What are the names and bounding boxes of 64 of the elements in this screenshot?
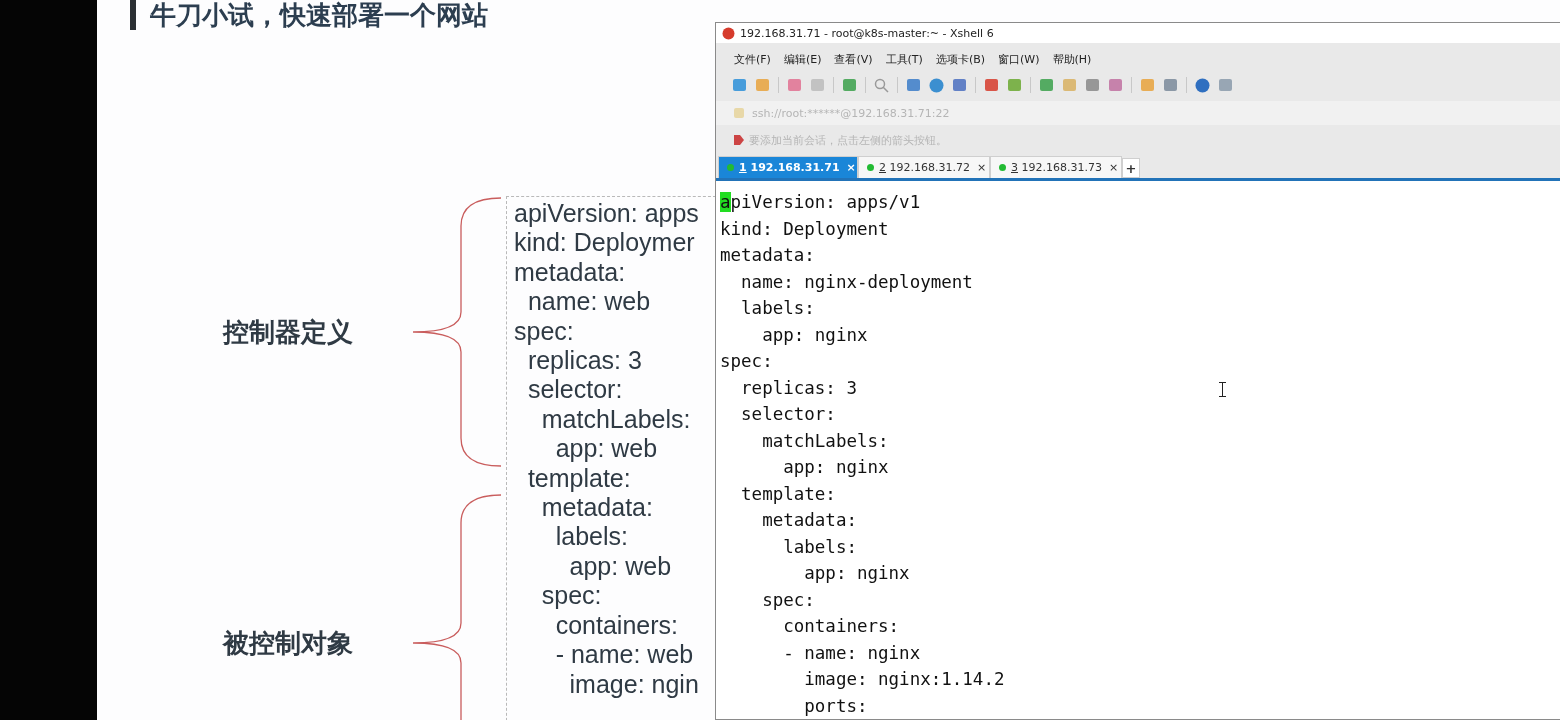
code-line: app: web — [554, 434, 659, 464]
code-line: containers: — [554, 610, 679, 641]
terminal-line: spec: — [761, 588, 815, 612]
status-dot-icon — [727, 164, 734, 171]
slide-title: 牛刀小试，快速部署一个网站 — [150, 0, 488, 30]
terminal-line: metadata: — [761, 509, 857, 532]
code-line: metadata: — [514, 257, 627, 288]
session-tab[interactable]: 3 192.168.31.73 × — [990, 156, 1122, 178]
terminal-line: containers: — [782, 615, 900, 638]
terminal-line: template: — [740, 482, 836, 506]
group-label: 被控制对象 — [223, 626, 354, 660]
terminal-line: app: nginx — [782, 456, 889, 479]
menu-item[interactable]: 查看(V) — [834, 51, 873, 67]
code-line: - name: web — [554, 640, 695, 670]
terminal-line: metadata: — [720, 244, 815, 267]
terminal-line: apiVersion: apps/v1 — [720, 191, 921, 214]
search-icon[interactable] — [874, 77, 889, 93]
session-tab[interactable]: 1 192.168.31.71 × — [718, 156, 858, 178]
terminal-line: name: nginx-deployment — [740, 270, 973, 294]
code-line: apiVersion: apps — [514, 199, 700, 229]
code-line: template: — [526, 463, 632, 494]
code-line: selector: — [526, 375, 624, 405]
group-label: 控制器定义 — [223, 315, 354, 349]
terminal-line: labels: — [740, 297, 815, 320]
terminal-line: spec: — [720, 350, 773, 373]
code-line: kind: Deploymer — [514, 228, 696, 258]
text-cursor-icon — [1219, 382, 1226, 397]
terminal-line: app: nginx — [761, 323, 868, 347]
code-line: labels: — [554, 522, 629, 552]
address-text: ssh://root:******@192.168.31.71:22 — [752, 106, 950, 120]
bookmark-arrow-icon[interactable] — [733, 134, 745, 146]
code-line: image: ngin — [568, 669, 700, 699]
terminal-line: matchLabels: — [761, 429, 889, 453]
terminal-line: selector: — [740, 403, 836, 426]
terminal-line: ports: — [803, 694, 868, 718]
code-line: app: web — [568, 551, 673, 582]
new-tab-button[interactable]: + — [1122, 158, 1140, 178]
menu-item[interactable]: 选项卡(B) — [935, 51, 986, 67]
terminal-line: kind: Deployment — [720, 217, 889, 241]
close-icon[interactable]: × — [1107, 161, 1121, 174]
close-icon[interactable]: × — [844, 161, 858, 174]
code-line: spec: — [514, 316, 575, 347]
terminal-line: replicas: 3 — [740, 376, 857, 400]
terminal-line: labels: — [782, 535, 857, 559]
window-title: 192.168.31.71 - root@k8s-master:~ - Xshell 6 — [740, 26, 994, 40]
menu-item[interactable]: 窗口(W) — [998, 51, 1040, 67]
code-line: name: web — [526, 287, 652, 317]
terminal-line: app: nginx — [803, 562, 910, 585]
code-line: replicas: 3 — [526, 346, 643, 376]
menu-item[interactable]: 编辑(E) — [783, 51, 822, 67]
close-icon[interactable]: × — [975, 161, 989, 174]
session-tab[interactable]: 2 192.168.31.72 × — [858, 156, 990, 178]
status-dot-icon — [867, 164, 874, 171]
code-line: matchLabels: — [540, 404, 692, 435]
terminal-line: image: nginx:1.14.2 — [803, 668, 1005, 691]
code-line: spec: — [540, 581, 603, 611]
terminal-line: - name: nginx — [782, 641, 921, 665]
code-line: metadata: — [540, 493, 654, 523]
status-dot-icon — [999, 164, 1006, 171]
menu-item[interactable]: 帮助(H) — [1052, 51, 1092, 67]
cursor: a — [720, 192, 731, 212]
title-accent-bar — [130, 0, 136, 30]
menu-item[interactable]: 文件(F) — [734, 51, 771, 67]
menu-item[interactable]: 工具(T) — [885, 51, 923, 67]
